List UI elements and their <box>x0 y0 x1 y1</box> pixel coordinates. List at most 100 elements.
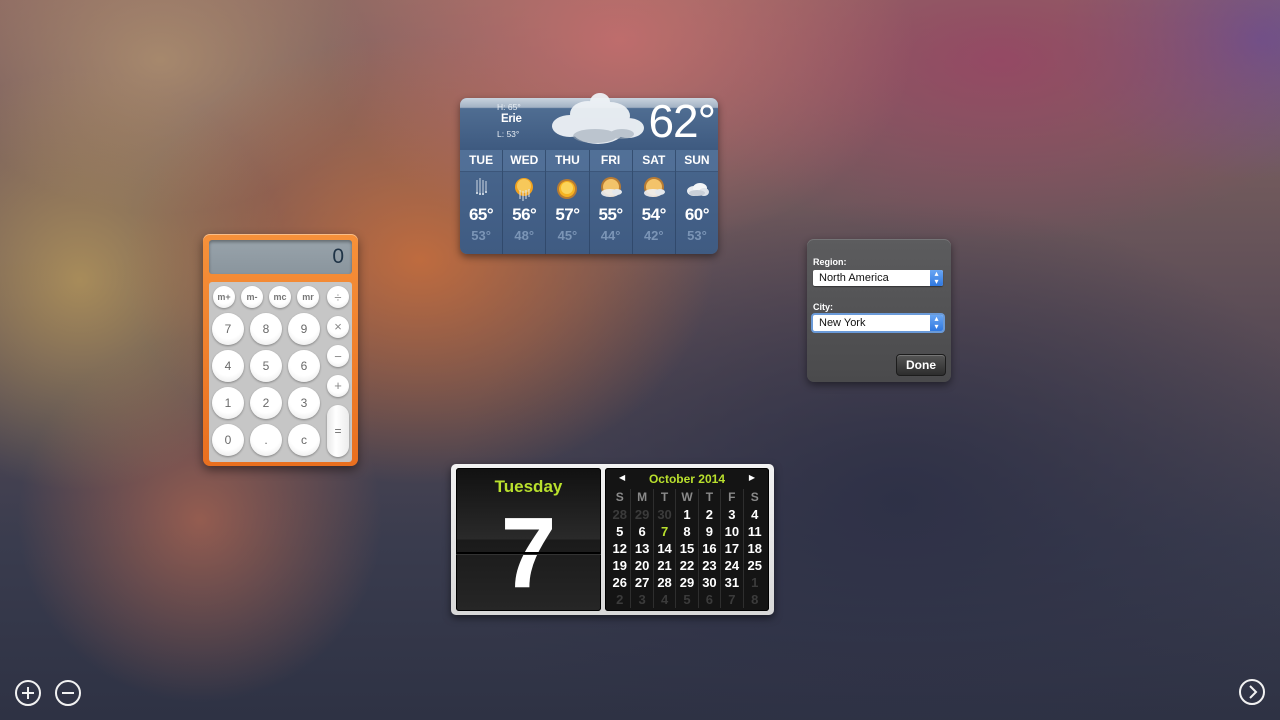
forecast-low: 53° <box>471 228 491 243</box>
calendar-date-cell: 9 <box>699 523 722 540</box>
chevron-up-down-icon: ▴ ▾ <box>930 315 943 331</box>
digit-4-button[interactable]: 4 <box>212 350 244 382</box>
calendar-month-panel: ◀ October 2014 ▶ S M T W T F S 28 29 30 1 2 3 4 5 6 7 8 9 1… <box>605 468 769 611</box>
digit-8-button[interactable]: 8 <box>250 313 282 345</box>
calculator-keypad: m+ m-mc mr ÷ × − +7 8 9 4 5 6 1 2 3 0. c = <box>209 282 352 462</box>
minus-circle-icon <box>62 692 74 694</box>
calendar-date-cell: 8 <box>751 592 759 607</box>
calendar-date-cell: 28 <box>654 574 677 591</box>
weekday-header: S <box>750 490 759 504</box>
digit-5-button[interactable]: 5 <box>250 350 282 382</box>
digit-7-button[interactable]: 7 <box>212 313 244 345</box>
memory-clear-button[interactable]: mc <box>269 286 291 308</box>
weekday-header: F <box>721 489 744 506</box>
calendar-date-cell: 2 <box>699 506 722 523</box>
calendar-date-cell: 21 <box>654 557 677 574</box>
weather-today-high: H: 65° <box>497 102 521 112</box>
calendar-date-cell: 18 <box>747 541 763 556</box>
calendar-date-cell: 22 <box>676 557 699 574</box>
calendar-date-cell: 14 <box>654 540 677 557</box>
city-select-value: New York <box>819 317 866 329</box>
weather-header: H: 65° Erie L: 53° 62° <box>460 93 718 150</box>
calendar-date-cell: 7 <box>721 591 744 608</box>
calculator-widget: 0 m+ m-mc mr ÷ × − +7 8 9 4 5 6 1 2 3 0. c = <box>203 234 358 466</box>
equals-button[interactable]: = <box>327 405 349 457</box>
calendar-today-cell: 7 <box>654 523 677 540</box>
calendar-date-cell: 1 <box>676 506 699 523</box>
forecast-day-name: FRI <box>589 150 632 172</box>
multiply-button[interactable]: × <box>327 315 349 338</box>
add-button[interactable]: + <box>327 374 349 397</box>
calendar-date-cell: 6 <box>631 523 654 540</box>
calendar-grid: S M T W T F S 28 29 30 1 2 3 4 5 6 7 8 9 10 11 12 13 14 15 16 17 18… <box>609 489 766 608</box>
calendar-date-cell: 23 <box>699 557 722 574</box>
calendar-date-cell: 29 <box>676 574 699 591</box>
partly-cloudy-icon <box>600 177 622 197</box>
rain-icon <box>476 178 488 195</box>
calendar-date-cell: 17 <box>721 540 744 557</box>
forecast-day-name: WED <box>503 150 546 172</box>
forecast-low: 48° <box>514 228 535 243</box>
calendar-date-cell: 31 <box>721 574 744 591</box>
forecast-high: 60° <box>684 205 710 224</box>
calendar-day-name: Tuesday <box>494 477 563 496</box>
forecast-day-name: THU <box>546 150 589 172</box>
forecast-high: 57° <box>555 205 580 224</box>
weekday-header: S <box>609 489 632 506</box>
digit-6-button[interactable]: 6 <box>288 350 320 382</box>
chevron-up-down-icon: ▴ ▾ <box>930 270 943 286</box>
chevron-right-circle-icon <box>1249 685 1258 699</box>
done-button[interactable]: Done <box>896 354 946 376</box>
next-dashboard-button[interactable] <box>1239 679 1265 705</box>
calendar-date-cell: 15 <box>676 540 699 557</box>
next-month-icon[interactable]: ▶ <box>749 473 755 482</box>
memory-add-button[interactable]: m+ <box>213 286 235 308</box>
clear-button[interactable]: c <box>288 424 320 456</box>
digit-9-button[interactable]: 9 <box>288 313 320 345</box>
calendar-date-cell: 5 <box>609 523 632 540</box>
plus-circle-icon <box>22 687 34 699</box>
divide-button[interactable]: ÷ <box>327 286 349 308</box>
forecast-high: 55° <box>598 205 623 224</box>
forecast-low: 42° <box>643 228 664 243</box>
forecast-day: THU 57° 45° <box>546 150 590 254</box>
calendar-date-cell: 30 <box>699 574 722 591</box>
digit-1-button[interactable]: 1 <box>212 387 244 419</box>
forecast-day-name: TUE <box>460 150 503 172</box>
region-label: Region: <box>813 257 847 267</box>
remove-widget-button[interactable] <box>55 680 81 706</box>
sun-rain-icon <box>515 178 534 201</box>
weather-city: Erie <box>501 113 522 125</box>
flip-divider <box>456 552 601 555</box>
calendar-date-cell: 4 <box>654 591 677 608</box>
calendar-date-cell: 19 <box>609 557 632 574</box>
digit-0-button[interactable]: 0 <box>212 424 244 456</box>
calendar-date-cell: 24 <box>721 557 744 574</box>
forecast-low: 45° <box>557 228 578 243</box>
calculator-display-value: 0 <box>332 245 344 268</box>
decimal-button[interactable]: . <box>250 424 282 456</box>
forecast-high: 54° <box>641 205 667 224</box>
calendar-month-title: October 2014 <box>648 472 726 486</box>
forecast-day: SUN 60° 53° <box>675 150 719 254</box>
digit-3-button[interactable]: 3 <box>288 387 320 419</box>
memory-subtract-button[interactable]: m- <box>241 286 263 308</box>
memory-recall-button[interactable]: mr <box>297 286 319 308</box>
add-widget-button[interactable] <box>15 680 41 706</box>
calendar-date-cell: 3 <box>631 591 654 608</box>
city-label: City: <box>813 302 833 312</box>
weather-forecast: TUE 65° 53° WED 56° 48° THU 57° 45° FRI 55° 44° SAT 5… <box>460 150 719 254</box>
sun-icon <box>557 179 578 199</box>
weekday-header: W <box>676 489 699 506</box>
weather-widget[interactable]: H: 65° Erie L: 53° 62° TUE 65° 53° WED 56° 48… <box>460 93 719 254</box>
calendar-date-cell: 26 <box>609 574 632 591</box>
subtract-button[interactable]: − <box>327 345 349 367</box>
region-select[interactable]: North America ▴ ▾ <box>813 270 943 286</box>
city-select[interactable]: New York ▴ ▾ <box>813 315 943 331</box>
calendar-date-cell: 5 <box>676 591 699 608</box>
calendar-day-panel[interactable]: Tuesday 7 <box>456 468 601 611</box>
calendar-date-cell: 1 <box>751 575 759 590</box>
calendar-date-cell: 30 <box>654 506 677 523</box>
calendar-date-cell: 10 <box>721 523 744 540</box>
digit-2-button[interactable]: 2 <box>250 387 282 419</box>
